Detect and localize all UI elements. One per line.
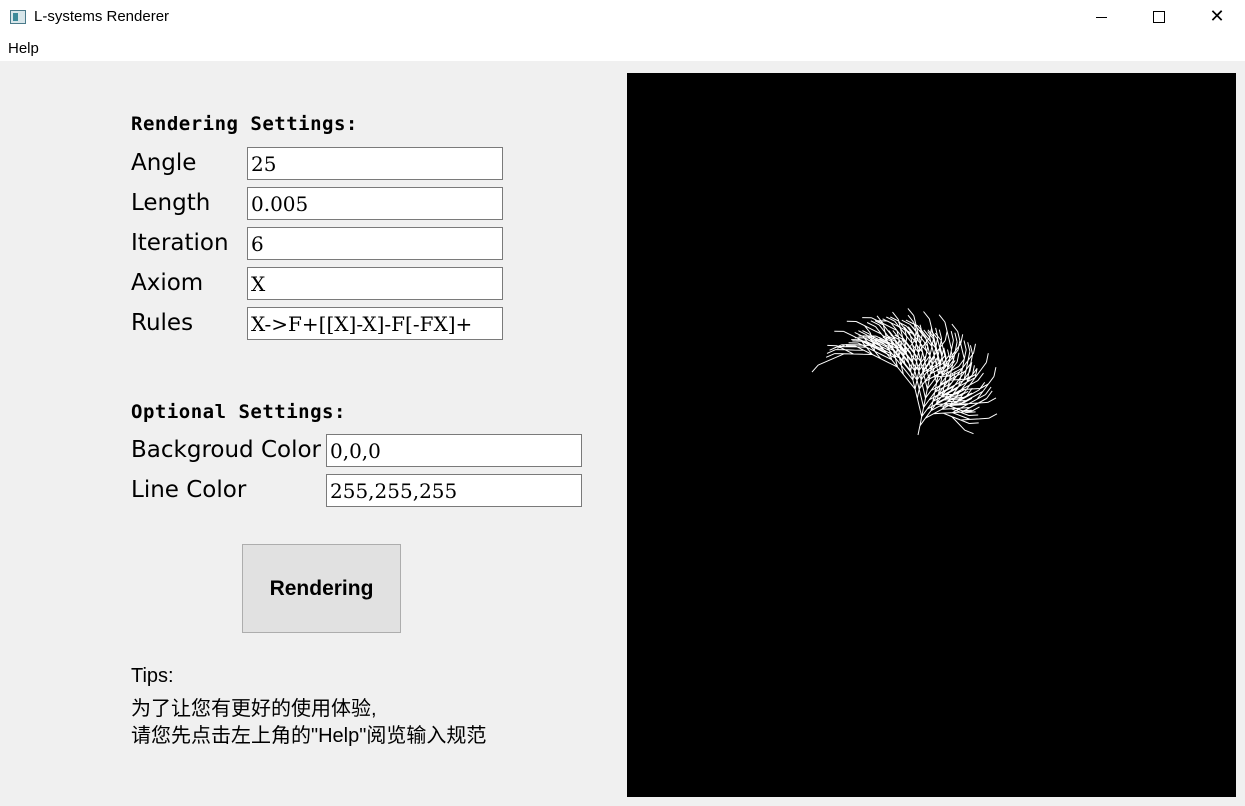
length-input[interactable] [247, 187, 503, 220]
length-label: Length [131, 190, 211, 216]
line-color-input[interactable] [326, 474, 582, 507]
tips-line-1: 为了让您有更好的使用体验, [131, 698, 377, 720]
axiom-label: Axiom [131, 270, 204, 296]
app-icon [10, 10, 26, 24]
minimize-icon [1095, 16, 1107, 18]
minimize-button[interactable] [1072, 0, 1130, 34]
maximize-icon [1153, 11, 1165, 23]
rules-input[interactable] [247, 307, 503, 340]
title-bar: L-systems Renderer ✕ [0, 0, 1245, 36]
background-color-input[interactable] [326, 434, 582, 467]
line-color-label: Line Color [131, 477, 247, 503]
angle-input[interactable] [247, 147, 503, 180]
close-icon: ✕ [1209, 6, 1225, 27]
iteration-input[interactable] [247, 227, 503, 260]
rules-label: Rules [131, 310, 194, 336]
window-title: L-systems Renderer [34, 8, 170, 25]
optional-settings-heading: Optional Settings: [131, 401, 346, 423]
tips-title: Tips: [131, 665, 174, 687]
background-color-label: Backgroud Color [131, 437, 321, 463]
axiom-input[interactable] [247, 267, 503, 300]
rendering-button[interactable]: Rendering [242, 544, 401, 633]
rendering-settings-heading: Rendering Settings: [131, 113, 358, 135]
menu-help[interactable]: Help [8, 40, 39, 57]
angle-label: Angle [131, 150, 197, 176]
maximize-button[interactable] [1130, 0, 1188, 34]
iteration-label: Iteration [131, 230, 229, 256]
render-canvas [627, 73, 1236, 797]
plant-branches [811, 308, 998, 436]
menu-bar: Help [0, 36, 1245, 61]
close-button[interactable]: ✕ [1188, 0, 1245, 34]
tips-line-2: 请您先点击左上角的"Help"阅览输入规范 [131, 725, 487, 747]
fractal-plant-drawing [811, 308, 998, 436]
